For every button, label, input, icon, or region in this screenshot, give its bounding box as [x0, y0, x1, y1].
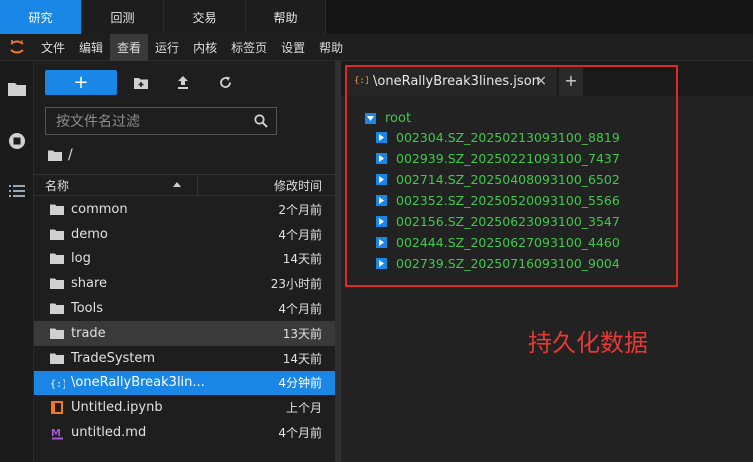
refresh-icon [219, 76, 231, 88]
menu-run[interactable]: 运行 [148, 34, 186, 61]
file-row[interactable]: Untitled.ipynb 上个月 [34, 395, 335, 420]
file-modified: 上个月 [285, 401, 322, 416]
column-modified[interactable]: 修改时间 [198, 177, 335, 194]
file-name: TradeSystem [71, 350, 156, 366]
file-modified: 4分钟前 [278, 376, 322, 391]
menu-help[interactable]: 帮助 [312, 34, 350, 61]
folder-icon [48, 150, 62, 161]
highlight-box [345, 65, 678, 287]
file-row[interactable]: M untitled.md 4个月前 [34, 420, 335, 445]
upload-icon [178, 76, 188, 89]
notebook-icon [49, 401, 65, 415]
file-name: common [71, 201, 128, 217]
file-name: share [71, 276, 108, 292]
tab-trade[interactable]: 交易 [164, 0, 246, 34]
menu-file[interactable]: 文件 [34, 34, 72, 61]
breadcrumb-path: / [68, 147, 73, 163]
list-icon[interactable] [0, 166, 34, 216]
file-row[interactable]: trade 13天前 [34, 320, 335, 346]
folder-icon [49, 204, 65, 215]
folder-icon [49, 328, 65, 339]
folder-icon [49, 229, 65, 240]
file-modified: 13天前 [282, 326, 322, 341]
tab-help[interactable]: 帮助 [246, 0, 326, 34]
file-row[interactable]: log 14天前 [34, 247, 335, 272]
file-modified: 14天前 [282, 351, 322, 366]
svg-text:M: M [51, 428, 61, 439]
refresh-button[interactable] [207, 70, 243, 95]
svg-text:{:}: {:} [50, 379, 65, 389]
filter-placeholder: 按文件名过滤 [56, 114, 140, 130]
folder-icon [49, 353, 65, 364]
filter-input[interactable]: 按文件名过滤 [45, 107, 277, 135]
file-row[interactable]: share 23小时前 [34, 271, 335, 296]
column-header: 名称 修改时间 [34, 174, 335, 196]
file-name: log [71, 251, 91, 267]
folder-icon [49, 303, 65, 315]
file-name: Tools [71, 301, 104, 317]
markdown-icon: M [49, 426, 65, 440]
file-name: Untitled.ipynb [71, 400, 163, 416]
column-name[interactable]: 名称 [34, 174, 198, 196]
menu-settings[interactable]: 设置 [274, 34, 312, 61]
file-modified: 4个月前 [278, 426, 322, 441]
file-modified: 4个月前 [278, 302, 322, 317]
activity-bar [0, 61, 34, 462]
new-folder-button[interactable] [123, 70, 159, 95]
tab-research[interactable]: 研究 [0, 0, 82, 34]
json-file-icon: {:} [49, 377, 65, 389]
folder-icon [49, 278, 65, 290]
file-modified: 14天前 [282, 252, 322, 267]
file-row[interactable]: common 2个月前 [34, 197, 335, 222]
file-name: demo [71, 226, 108, 242]
running-stop-icon[interactable] [0, 116, 34, 166]
file-browser-toolbar: + [45, 70, 243, 95]
search-icon [254, 114, 268, 128]
menu-bar: 文件 编辑 查看 运行 内核 标签页 设置 帮助 [0, 33, 753, 61]
file-modified: 23小时前 [270, 277, 322, 292]
file-row[interactable]: TradeSystem 14天前 [34, 346, 335, 371]
file-row[interactable]: demo 4个月前 [34, 222, 335, 247]
upload-button[interactable] [165, 70, 201, 95]
file-browser: + 按文件名过滤 / 名称 修改时间 common 2个月前 demo 4个月前… [34, 61, 335, 462]
menu-edit[interactable]: 编辑 [72, 34, 110, 61]
breadcrumb[interactable]: / [48, 147, 73, 163]
file-row-selected[interactable]: {:} \oneRallyBreak3lin... 4分钟前 [34, 370, 335, 396]
annotation-text: 持久化数据 [528, 329, 648, 357]
file-name: untitled.md [71, 425, 147, 441]
menu-kernel[interactable]: 内核 [186, 34, 224, 61]
jupyter-logo-icon [0, 34, 34, 61]
menu-view[interactable]: 查看 [110, 33, 149, 61]
folder-icon [49, 253, 65, 265]
file-name: trade [71, 325, 106, 341]
column-name-label: 名称 [45, 178, 70, 193]
file-list: common 2个月前 demo 4个月前 log 14天前 share 23小… [34, 197, 335, 445]
file-name: \oneRallyBreak3lin... [71, 375, 205, 391]
tab-backtest[interactable]: 回测 [82, 0, 164, 34]
file-modified: 4个月前 [278, 227, 322, 242]
file-row[interactable]: Tools 4个月前 [34, 296, 335, 321]
new-folder-icon [134, 77, 148, 89]
new-launcher-button[interactable]: + [45, 70, 117, 95]
sort-caret-icon [173, 182, 181, 187]
folder-icon[interactable] [0, 61, 34, 116]
top-tabs: 研究 回测 交易 帮助 [0, 0, 753, 34]
file-modified: 2个月前 [278, 202, 322, 217]
menu-tabs[interactable]: 标签页 [224, 34, 274, 61]
